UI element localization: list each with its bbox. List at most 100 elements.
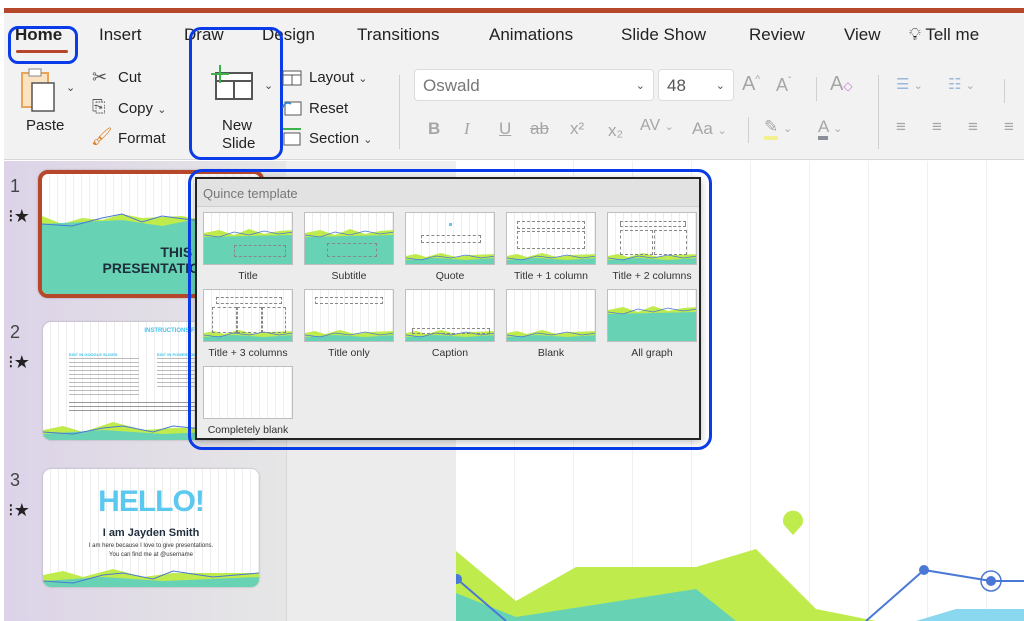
layout-option[interactable]: Subtitle	[303, 212, 395, 282]
layout-option[interactable]: Caption	[404, 289, 496, 359]
format-painter-button[interactable]: Format	[118, 130, 166, 147]
layout-option-label: All graph	[631, 347, 673, 359]
layout-option[interactable]: Quote	[404, 212, 496, 282]
line-point	[986, 576, 996, 586]
slide-2-col1-text	[69, 358, 139, 396]
tab-review[interactable]: Review	[749, 25, 805, 45]
slide-2-col1-heading: EDIT IN GOOGLE SLIDES	[69, 352, 118, 357]
align-right-button[interactable]: ≡	[968, 117, 978, 137]
new-slide-button[interactable]: ⌄ New Slide	[190, 55, 282, 159]
font-size-select[interactable]: 48 ⌄	[658, 69, 734, 101]
layout-thumbnail	[506, 212, 596, 265]
justify-button[interactable]: ≡	[1004, 117, 1014, 137]
layout-option[interactable]: Completely blank	[202, 366, 294, 436]
tab-animations[interactable]: Animations	[489, 25, 573, 45]
layout-thumbnail	[304, 289, 394, 342]
layout-option-label: Title + 1 column	[513, 270, 589, 282]
grow-font-button[interactable]: A^	[742, 73, 760, 96]
paste-label: Paste	[26, 117, 65, 134]
lightbulb-icon: 💡︎	[909, 25, 921, 44]
subscript-button[interactable]: x₂	[608, 121, 623, 141]
clear-formatting-button[interactable]: A◇	[830, 73, 853, 96]
section-button[interactable]: Section ⌄	[309, 130, 372, 147]
layout-option-label: Subtitle	[331, 270, 367, 282]
layout-thumbnail	[506, 289, 596, 342]
layout-icon	[282, 70, 302, 86]
divider	[878, 75, 879, 149]
layout-option-label: Caption	[431, 347, 469, 359]
divider	[1004, 79, 1005, 103]
superscript-button[interactable]: x²	[570, 119, 584, 139]
slide-number: 3	[10, 470, 21, 490]
tab-transitions[interactable]: Transitions	[357, 25, 440, 45]
layout-option-label: Title only	[328, 347, 370, 359]
new-slide-chevron-icon[interactable]: ⌄	[264, 79, 273, 92]
slide-number: 1	[10, 176, 21, 196]
copy-button[interactable]: Copy ⌄	[118, 100, 166, 117]
tab-slide-show[interactable]: Slide Show	[621, 25, 706, 45]
map-pin-icon	[783, 510, 803, 535]
layout-option-label: Title + 3 columns	[208, 347, 288, 359]
tab-insert[interactable]: Insert	[99, 25, 142, 45]
shrink-font-button[interactable]: Aˇ	[776, 75, 791, 96]
slide-thumbnail-3[interactable]: HELLO! I am Jayden Smith I am here becau…	[43, 469, 259, 587]
cut-button[interactable]: Cut	[118, 69, 141, 86]
character-spacing-button[interactable]: AV ⌄	[640, 117, 674, 135]
align-left-button[interactable]: ≡	[896, 117, 906, 137]
animation-star-icon: ⁝★	[8, 352, 30, 372]
strikethrough-button[interactable]: ab	[530, 119, 549, 139]
paste-dropdown-chevron-icon[interactable]: ⌄	[66, 81, 75, 94]
layout-option-label: Title	[238, 270, 258, 282]
layout-option[interactable]: Title	[202, 212, 294, 282]
slide-3-line2: You can find me at @username	[109, 552, 193, 558]
font-name-select[interactable]: Oswald ⌄	[414, 69, 654, 101]
layout-option[interactable]: Title + 3 columns	[202, 289, 294, 359]
tab-view[interactable]: View	[844, 25, 881, 45]
layout-option[interactable]: Blank	[505, 289, 597, 359]
numbering-button[interactable]: ☷ ⌄	[948, 75, 975, 93]
sky-area	[916, 609, 1024, 621]
slide-number: 2	[10, 322, 21, 342]
bullets-button[interactable]: ☰ ⌄	[896, 75, 923, 93]
tab-home[interactable]: Home	[15, 25, 62, 45]
highlight-color-button[interactable]: ✎ ⌄	[764, 117, 792, 140]
underline-button[interactable]: U	[499, 119, 511, 139]
divider	[748, 117, 749, 143]
layout-option[interactable]: Title + 2 columns	[606, 212, 698, 282]
italic-button[interactable]: I	[464, 119, 470, 139]
layout-option[interactable]: Title only	[303, 289, 395, 359]
layout-thumbnail	[304, 212, 394, 265]
clipboard-group: ✂ Cut ⎘ Copy ⌄ 🖌︎ Format	[88, 67, 188, 147]
active-tab-indicator	[16, 50, 68, 53]
bullet-list-icon: ☰	[896, 76, 910, 93]
layout-thumbnail	[203, 366, 293, 419]
align-center-button[interactable]: ≡	[932, 117, 942, 137]
layout-thumbnail	[405, 289, 495, 342]
layout-gallery-menu: Quince template Title Subtitle Quote Title …	[195, 177, 701, 440]
tab-draw[interactable]: Draw	[184, 25, 224, 45]
bold-button[interactable]: B	[428, 119, 440, 139]
font-color-button[interactable]: A ⌄	[818, 117, 842, 140]
new-slide-icon	[211, 65, 253, 100]
change-case-button[interactable]: Aa ⌄	[692, 119, 727, 139]
scissors-icon: ✂	[92, 67, 108, 87]
ribbon-tabs: Home Insert Draw Design Transitions Anim…	[4, 13, 1024, 57]
reset-button[interactable]: Reset	[309, 100, 348, 117]
animation-star-icon: ⁝★	[8, 500, 30, 520]
numbered-list-icon: ☷	[948, 76, 962, 93]
tab-design[interactable]: Design	[262, 25, 315, 45]
layout-option[interactable]: All graph	[606, 289, 698, 359]
divider	[816, 77, 817, 101]
layout-option-label: Completely blank	[207, 424, 289, 436]
layout-option[interactable]: Title + 1 column	[505, 212, 597, 282]
paste-button[interactable]: ⌄ Paste	[18, 67, 75, 147]
layout-button[interactable]: Layout ⌄	[309, 69, 367, 86]
copy-icon: ⎘	[92, 97, 106, 116]
ribbon: Home Insert Draw Design Transitions Anim…	[4, 13, 1024, 160]
layout-option-label: Quote	[435, 270, 465, 282]
divider	[399, 75, 400, 149]
tell-me-search[interactable]: 💡︎ Tell me	[909, 25, 979, 45]
slide-3-line1: I am here because I love to give present…	[88, 543, 214, 549]
line-point	[919, 565, 929, 575]
tell-me-label: Tell me	[925, 25, 980, 44]
